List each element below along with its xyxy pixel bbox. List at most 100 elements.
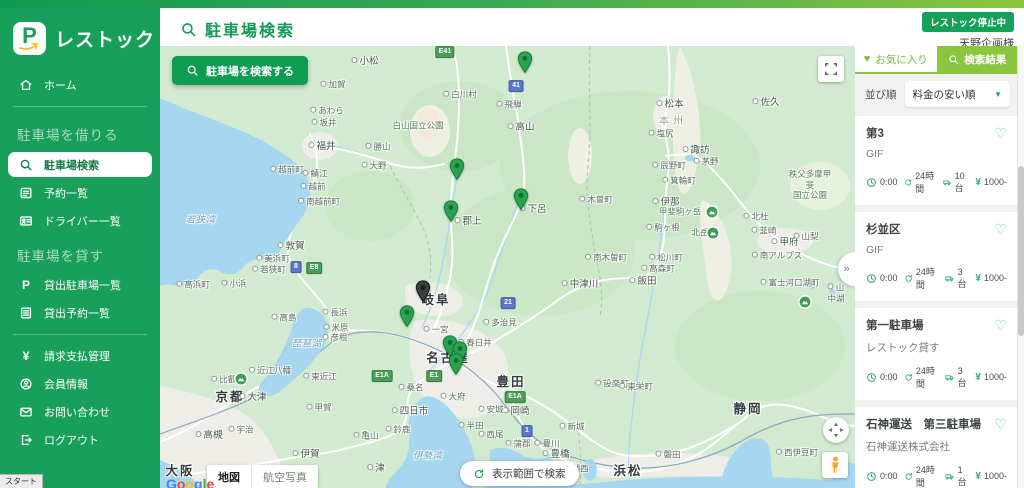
route-shield: E1A: [505, 391, 526, 403]
pegman-streetview-button[interactable]: [822, 452, 848, 478]
logo-text: レストック: [55, 25, 155, 52]
truck-icon: [945, 273, 954, 284]
search-icon: [180, 21, 197, 38]
map-type-control: 地図 航空写真: [207, 465, 318, 488]
route-shield: 21: [501, 297, 516, 309]
member-icon: [19, 377, 33, 391]
route-shield: 8: [291, 261, 302, 273]
sort-bar: 並び順 料金の安い順 ▼: [855, 74, 1018, 114]
tab-favorites[interactable]: ♥ お気に入り: [855, 46, 937, 72]
sidebar-item-label: 貸出予約一覧: [44, 305, 110, 321]
scrollbar[interactable]: [1017, 46, 1024, 488]
sidebar-item-drivers[interactable]: ドライバー一覧: [0, 207, 160, 235]
refresh-icon: [904, 273, 913, 284]
results-panel: ♥ お気に入り 検索結果 並び順 料金の安い順 ▼ 第3♡GIF0:0024時間…: [855, 46, 1018, 488]
park-poi-icon[interactable]: [706, 226, 720, 240]
card-meta-row: 0:0024時間3台¥1000-: [866, 364, 1007, 390]
sidebar-item-lend-reservations[interactable]: 貸出予約一覧: [0, 299, 160, 327]
sidebar-item-member[interactable]: 会員情報: [0, 370, 160, 398]
map-pin[interactable]: [517, 51, 533, 73]
page-title: 駐車場検索: [180, 17, 295, 41]
search-in-view-button[interactable]: 表示範囲で検索: [460, 461, 579, 486]
sidebar-menu: ホーム駐車場を借りる駐車場検索予約一覧ドライバー一覧駐車場を貸すP貸出駐車場一覧…: [0, 71, 160, 454]
card-title: 杉並区: [866, 221, 901, 237]
map-pin[interactable]: [449, 158, 465, 180]
sidebar-item-contact[interactable]: お問い合わせ: [0, 398, 160, 426]
refresh-icon: [904, 372, 913, 383]
status-badge: レストック停止中: [922, 12, 1014, 32]
clock-icon: [866, 471, 877, 482]
result-card[interactable]: 第3♡GIF0:0024時間10台¥1000-: [855, 116, 1018, 205]
sidebar-item-parking-search[interactable]: 駐車場検索: [8, 152, 152, 177]
card-meta-value: 0:00: [880, 177, 898, 187]
map-search-button[interactable]: 駐車場を検索する: [172, 56, 308, 85]
map-pin[interactable]: [513, 188, 529, 210]
route-shield: E1: [426, 370, 442, 382]
card-meta-value: 24時間: [915, 169, 937, 195]
sidebar-section-label: 駐車場を貸す: [0, 235, 160, 271]
sidebar-item-billing[interactable]: ¥請求支払管理: [0, 342, 160, 370]
fullscreen-button[interactable]: [818, 56, 844, 82]
sort-label: 並び順: [865, 87, 897, 102]
card-meta-value: 24時間: [916, 364, 940, 390]
card-title: 石神運送 第三駐車場: [866, 416, 981, 432]
park-poi-icon[interactable]: [234, 372, 248, 386]
favorite-heart-icon[interactable]: ♡: [994, 126, 1007, 140]
chevron-right-icon: »: [843, 263, 849, 275]
card-subtitle: GIF: [866, 244, 1007, 256]
favorite-heart-icon[interactable]: ♡: [994, 417, 1007, 431]
truck-icon: [945, 372, 954, 383]
result-card[interactable]: 杉並区♡GIF0:0024時間3台¥1000-: [855, 212, 1018, 301]
clock-icon: [866, 372, 877, 383]
logout-icon: [19, 433, 33, 447]
reservation-list-icon: [19, 186, 33, 200]
sidebar-item-logout[interactable]: ログアウト: [0, 426, 160, 454]
sidebar-item-label: ドライバー一覧: [44, 213, 121, 229]
app-logo[interactable]: P レストック: [0, 8, 160, 59]
yen-icon: ¥: [975, 177, 981, 188]
map-pin[interactable]: [443, 200, 459, 222]
yen-icon: ¥: [975, 273, 981, 284]
favorite-heart-icon[interactable]: ♡: [994, 222, 1007, 236]
sort-select[interactable]: 料金の安い順 ▼: [905, 81, 1011, 107]
card-meta-value: 0:00: [880, 471, 898, 481]
clock-icon: [866, 177, 877, 188]
park-poi-icon[interactable]: [705, 205, 719, 219]
map-pin[interactable]: [448, 353, 464, 375]
sidebar-item-label: 貸出駐車場一覧: [44, 277, 121, 293]
sidebar-item-label: ログアウト: [44, 432, 99, 448]
sidebar-item-home[interactable]: ホーム: [0, 71, 160, 99]
sidebar-item-reservations[interactable]: 予約一覧: [0, 179, 160, 207]
mail-icon: [19, 405, 33, 419]
divider: [13, 106, 147, 107]
map-pin[interactable]: [399, 305, 415, 327]
result-card[interactable]: 石神運送 第三駐車場♡石神運送株式会社0:0024時間1台¥1000-: [855, 407, 1018, 488]
search-icon: [948, 54, 959, 65]
status-tooltip: スタート: [0, 474, 43, 488]
scrollbar-thumb[interactable]: [1018, 166, 1024, 336]
map-canvas[interactable]: 小松加賀白川村白山国立公園あわら坂井福井勝山大野越前町鯖江越前南越前町敦賀美浜町…: [160, 46, 855, 488]
card-meta-value: 3台: [958, 267, 970, 290]
search-icon: [186, 64, 199, 77]
map-pin[interactable]: [415, 280, 431, 302]
parking-icon: P: [19, 278, 33, 292]
sidebar-item-label: お問い合わせ: [44, 404, 110, 420]
yen-icon: ¥: [975, 372, 981, 383]
card-meta-value: 24時間: [916, 265, 940, 291]
map-pan-control[interactable]: [823, 417, 849, 443]
route-shield: 41: [509, 80, 524, 92]
route-shield: E41: [435, 46, 454, 58]
sidebar: P レストック ホーム駐車場を借りる駐車場検索予約一覧ドライバー一覧駐車場を貸す…: [0, 8, 160, 488]
map-type-satellite-button[interactable]: 航空写真: [251, 465, 318, 488]
sidebar-item-lend-parkings[interactable]: P 貸出駐車場一覧: [0, 271, 160, 299]
truck-icon: [945, 471, 954, 482]
park-poi-icon[interactable]: [798, 295, 812, 309]
favorite-heart-icon[interactable]: ♡: [994, 318, 1007, 332]
result-card-list: 第3♡GIF0:0024時間10台¥1000-杉並区♡GIF0:0024時間3台…: [855, 114, 1018, 488]
yen-icon: ¥: [975, 471, 981, 482]
card-meta-value: 0:00: [880, 372, 898, 382]
route-shield: E8: [306, 262, 322, 274]
result-card[interactable]: 第一駐車場♡レストック貸す0:0024時間3台¥1000-: [855, 308, 1018, 400]
tab-search-results[interactable]: 検索結果: [937, 46, 1019, 72]
map-terrain: [160, 46, 855, 488]
